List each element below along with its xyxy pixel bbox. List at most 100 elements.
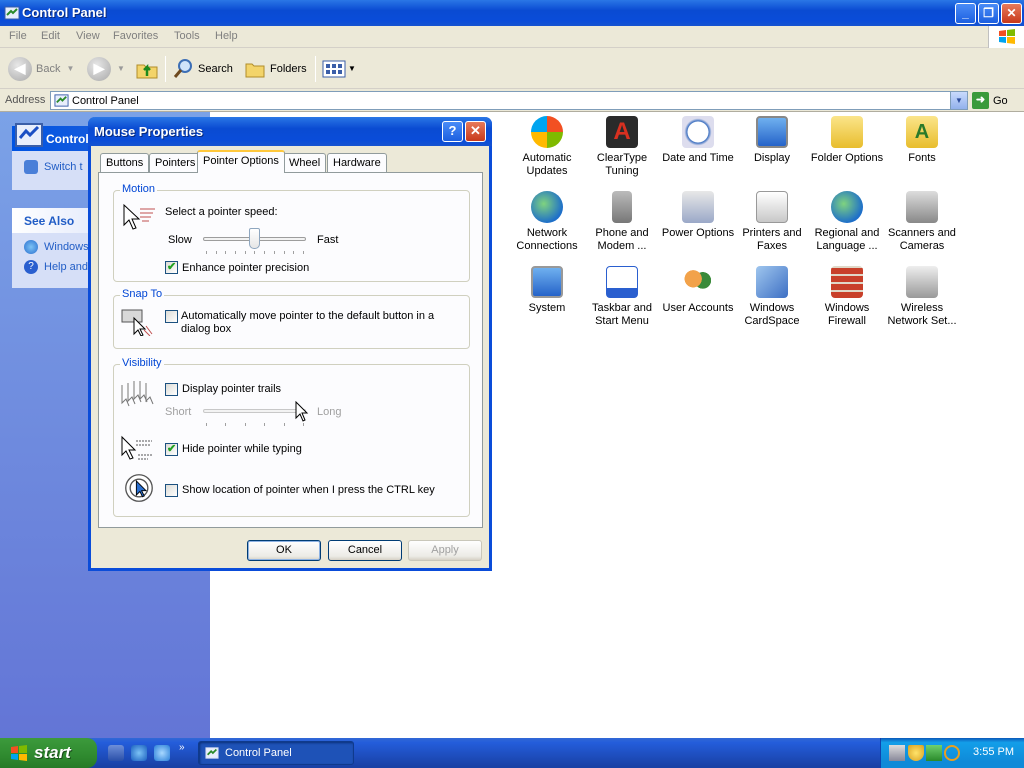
motion-legend: Motion <box>120 183 158 195</box>
pointer-trails-checkbox[interactable] <box>165 383 178 396</box>
security-shield-icon[interactable] <box>908 745 924 761</box>
up-folder-icon <box>136 63 158 78</box>
help-button[interactable]: ? <box>442 121 463 142</box>
dialog-close-button[interactable]: ✕ <box>465 121 486 142</box>
cp-item-fonts[interactable]: A Fonts <box>884 116 960 165</box>
close-button[interactable]: ✕ <box>1001 3 1022 24</box>
search-button[interactable]: Search <box>172 54 233 83</box>
hide-pointer-checkbox[interactable] <box>165 442 178 456</box>
window-title-bar[interactable]: Control Panel _ ❐ ✕ <box>0 0 1024 26</box>
start-label: start <box>34 743 71 762</box>
cp-item-scanners-cameras[interactable]: Scanners and Cameras <box>884 191 960 253</box>
cp-item-folder-options[interactable]: Folder Options <box>809 116 885 165</box>
windows-flag-icon <box>531 116 563 148</box>
wireless-icon <box>906 266 938 298</box>
update-tray-icon[interactable] <box>926 745 942 761</box>
pointer-speed-slider[interactable] <box>249 228 260 249</box>
address-label: Address <box>5 94 46 106</box>
pointer-options-panel: Motion Select a pointer speed: Slow Fast… <box>98 172 483 528</box>
address-bar: Address Control Panel ▼ ➜ Go <box>0 89 1024 112</box>
address-value: Control Panel <box>72 95 139 107</box>
tab-wheel[interactable]: Wheel <box>283 153 327 172</box>
enhance-precision-label: Enhance pointer precision <box>182 262 310 274</box>
forward-button[interactable]: ▶ ▼ <box>87 54 125 83</box>
cp-item-windows-cardspace[interactable]: Windows CardSpace <box>734 266 810 328</box>
enhance-precision-checkbox[interactable] <box>165 260 178 274</box>
toolbar: ◀ Back ▼ ▶ ▼ Search Folders ▼ <box>0 48 1024 89</box>
internet-explorer-icon[interactable] <box>131 745 147 761</box>
windows-update-icon <box>24 240 38 254</box>
minimize-button[interactable]: _ <box>955 3 976 24</box>
back-button[interactable]: ◀ Back ▼ <box>8 54 74 83</box>
start-button[interactable]: start <box>0 738 97 768</box>
network-tray-icon[interactable] <box>889 745 905 761</box>
taskbar-control-panel[interactable]: Control Panel <box>198 741 354 765</box>
cp-item-cleartype[interactable]: A ClearType Tuning <box>584 116 660 178</box>
quick-launch-chevron-icon[interactable]: » <box>179 742 185 753</box>
go-arrow-icon: ➜ <box>972 92 989 109</box>
cancel-button[interactable]: Cancel <box>328 540 402 561</box>
taskbar-icon <box>606 266 638 298</box>
cp-item-display[interactable]: Display <box>734 116 810 165</box>
show-pointer-location-checkbox[interactable] <box>165 484 178 497</box>
cp-item-user-accounts[interactable]: User Accounts <box>660 266 736 315</box>
ok-button[interactable]: OK <box>247 540 321 561</box>
printer-icon <box>756 191 788 223</box>
menu-tools[interactable]: Tools <box>174 30 200 42</box>
switch-view-icon <box>24 160 38 174</box>
back-arrow-icon: ◀ <box>8 56 32 81</box>
tab-pointer-options[interactable]: Pointer Options <box>197 150 285 173</box>
pointer-trails-track <box>203 409 306 413</box>
tab-pointers[interactable]: Pointers <box>149 153 202 172</box>
cp-item-taskbar-start[interactable]: Taskbar and Start Menu <box>584 266 660 328</box>
menu-help[interactable]: Help <box>215 30 238 42</box>
menu-edit[interactable]: Edit <box>41 30 60 42</box>
mouse-cursor-icon <box>295 401 309 422</box>
search-tray-icon[interactable] <box>944 745 960 761</box>
cp-item-date-time[interactable]: Date and Time <box>660 116 736 165</box>
dialog-title-bar[interactable]: Mouse Properties ? ✕ <box>88 117 492 146</box>
clock-calendar-icon <box>682 116 714 148</box>
views-button[interactable]: ▼ <box>322 54 356 83</box>
cp-item-windows-firewall[interactable]: Windows Firewall <box>809 266 885 328</box>
cp-item-wireless-network[interactable]: Wireless Network Set... <box>884 266 960 328</box>
taskbar: start » Control Panel 3:55 PM <box>0 738 1024 768</box>
cp-item-system[interactable]: System <box>509 266 585 315</box>
menu-view[interactable]: View <box>76 30 100 42</box>
cleartype-icon: A <box>606 116 638 148</box>
cp-item-power-options[interactable]: Power Options <box>660 191 736 240</box>
cp-item-phone-modem[interactable]: Phone and Modem ... <box>584 191 660 253</box>
show-desktop-icon[interactable] <box>108 745 124 761</box>
dialog-title: Mouse Properties <box>94 124 204 139</box>
visibility-group: Visibility Display pointer trails Short … <box>113 357 470 517</box>
scanner-icon <box>906 191 938 223</box>
folders-button[interactable]: Folders <box>244 54 307 83</box>
address-dropdown-icon[interactable]: ▼ <box>950 92 967 109</box>
window-title: Control Panel <box>22 5 107 20</box>
fast-label: Fast <box>317 234 339 246</box>
snap-to-label: Automatically move pointer to the defaul… <box>181 310 435 335</box>
apply-button[interactable]: Apply <box>408 540 482 561</box>
switch-view-link[interactable]: Switch t <box>24 160 83 174</box>
menu-file[interactable]: File <box>9 30 27 42</box>
cp-item-automatic-updates[interactable]: Automatic Updates <box>509 116 585 178</box>
tab-buttons[interactable]: Buttons <box>100 153 150 172</box>
go-button[interactable]: ➜ Go <box>972 92 1008 109</box>
tab-hardware[interactable]: Hardware <box>327 153 387 172</box>
control-panel-icon <box>205 747 219 759</box>
media-player-icon[interactable] <box>154 745 170 761</box>
menu-favorites[interactable]: Favorites <box>113 30 158 42</box>
see-also-help-link[interactable]: ? Help and <box>24 260 88 274</box>
see-also-windows-link[interactable]: Windows <box>24 240 89 254</box>
snap-to-checkbox[interactable] <box>165 310 178 323</box>
maximize-button[interactable]: ❐ <box>978 3 999 24</box>
up-folder-button[interactable] <box>135 54 159 83</box>
cp-item-printers-faxes[interactable]: Printers and Faxes <box>734 191 810 253</box>
cp-item-regional-language[interactable]: Regional and Language ... <box>809 191 885 253</box>
views-grid-icon <box>322 60 346 77</box>
pointer-speed-ticks <box>206 251 304 255</box>
cp-item-network-connections[interactable]: Network Connections <box>509 191 585 253</box>
globe-icon <box>831 191 863 223</box>
motion-group: Motion Select a pointer speed: Slow Fast… <box>113 183 470 282</box>
address-input[interactable]: Control Panel ▼ <box>50 91 968 110</box>
